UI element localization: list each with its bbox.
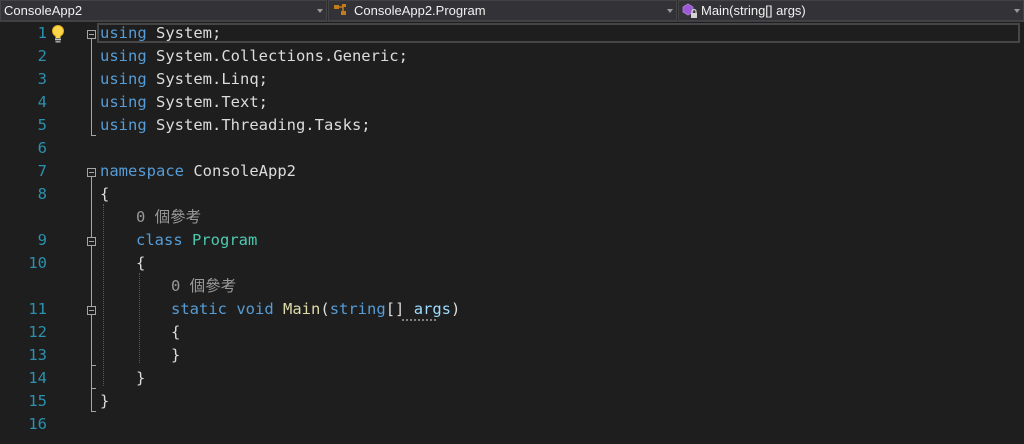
method-token: Main [283, 300, 321, 318]
code-line-11[interactable]: static void Main(string[] args) [171, 298, 460, 321]
codelens-references-main[interactable]: 0 個參考 [171, 275, 236, 298]
code-editor[interactable]: 1 2 3 4 5 6 7 8 9 10 11 12 13 14 15 16 u… [0, 22, 1024, 444]
collapse-toggle-class[interactable] [87, 237, 96, 246]
outline-line [91, 365, 96, 366]
code-line-5[interactable]: using System.Threading.Tasks; [100, 114, 371, 137]
navigation-bar: ConsoleApp2 ConsoleApp2.Program Main(str… [0, 0, 1024, 22]
outline-line [91, 177, 92, 243]
line-number: 7 [37, 162, 47, 180]
line-number: 2 [37, 47, 47, 65]
method-lock-icon [682, 3, 697, 18]
keyword-token: using [100, 24, 147, 42]
line-number: 14 [28, 369, 47, 387]
chevron-down-icon[interactable] [317, 9, 323, 13]
lightbulb-icon[interactable] [50, 24, 66, 44]
class-icon [334, 4, 346, 15]
code-line-3[interactable]: using System.Linq; [100, 68, 268, 91]
code-text: System.Threading.Tasks; [146, 116, 371, 134]
project-dropdown[interactable]: ConsoleApp2 [0, 0, 327, 21]
code-text: System.Collections.Generic; [146, 47, 408, 65]
keyword-token: class [136, 231, 183, 249]
code-line-1[interactable]: using System; [100, 22, 221, 45]
code-text: System.Linq; [146, 70, 268, 88]
brace-token: { [171, 323, 181, 341]
keyword-token: string [329, 300, 386, 318]
type-token: Program [192, 231, 258, 249]
keyword-token: void [236, 300, 274, 318]
code-text: ConsoleApp2 [184, 162, 296, 180]
code-line-9[interactable]: class Program [136, 229, 257, 252]
outline-line [91, 315, 92, 411]
indent-guide [103, 204, 104, 386]
paren-token: ( [320, 300, 330, 318]
paren-token: ) [451, 300, 461, 318]
keyword-token: using [100, 47, 147, 65]
line-number: 1 [37, 24, 47, 42]
project-dropdown-label: ConsoleApp2 [4, 3, 83, 18]
outline-line [91, 388, 96, 389]
line-number: 16 [28, 415, 47, 433]
code-text: System; [146, 24, 222, 42]
code-line-7[interactable]: namespace ConsoleApp2 [100, 160, 296, 183]
line-number: 4 [37, 93, 47, 111]
chevron-down-icon[interactable] [667, 9, 673, 13]
parameter-token: args [413, 300, 452, 318]
unused-parameter-squiggle [402, 319, 436, 321]
brace-token: } [171, 346, 181, 364]
line-number: 9 [37, 231, 47, 249]
code-text: [] [385, 300, 414, 318]
code-line-10[interactable]: { [136, 252, 145, 275]
keyword-token: namespace [100, 162, 184, 180]
member-dropdown-label: Main(string[] args) [701, 3, 806, 18]
outline-line [91, 411, 96, 412]
class-dropdown[interactable]: ConsoleApp2.Program [328, 0, 677, 21]
outline-line [91, 39, 92, 136]
code-line-4[interactable]: using System.Text; [100, 91, 268, 114]
brace-token: } [100, 392, 110, 410]
collapse-toggle-usings[interactable] [87, 30, 96, 39]
class-dropdown-label: ConsoleApp2.Program [354, 3, 486, 18]
line-number: 11 [28, 300, 47, 318]
code-line-12[interactable]: { [171, 321, 180, 344]
line-number: 8 [37, 185, 47, 203]
member-dropdown[interactable]: Main(string[] args) [678, 0, 1024, 21]
collapse-toggle-method[interactable] [87, 306, 96, 315]
code-text: System.Text; [146, 93, 268, 111]
code-line-14[interactable]: } [136, 367, 145, 390]
outline-line [91, 246, 92, 312]
code-line-15[interactable]: } [100, 390, 109, 413]
line-number: 12 [28, 323, 47, 341]
indent-guide [139, 273, 140, 363]
line-number: 6 [37, 139, 47, 157]
line-number: 5 [37, 116, 47, 134]
line-number: 15 [28, 392, 47, 410]
keyword-token: using [100, 70, 147, 88]
brace-token: { [136, 254, 146, 272]
line-number: 10 [28, 254, 47, 272]
code-line-2[interactable]: using System.Collections.Generic; [100, 45, 408, 68]
line-number: 3 [37, 70, 47, 88]
outline-line [91, 135, 96, 136]
code-line-8[interactable]: { [100, 183, 109, 206]
brace-token: { [100, 185, 110, 203]
current-line-highlight [97, 23, 1020, 43]
code-line-13[interactable]: } [171, 344, 180, 367]
keyword-token: using [100, 116, 147, 134]
brace-token: } [136, 369, 146, 387]
codelens-references-class[interactable]: 0 個參考 [136, 206, 201, 229]
chevron-down-icon[interactable] [1014, 9, 1020, 13]
keyword-token: static [171, 300, 227, 318]
keyword-token: using [100, 93, 147, 111]
collapse-toggle-namespace[interactable] [87, 168, 96, 177]
line-number: 13 [28, 346, 47, 364]
